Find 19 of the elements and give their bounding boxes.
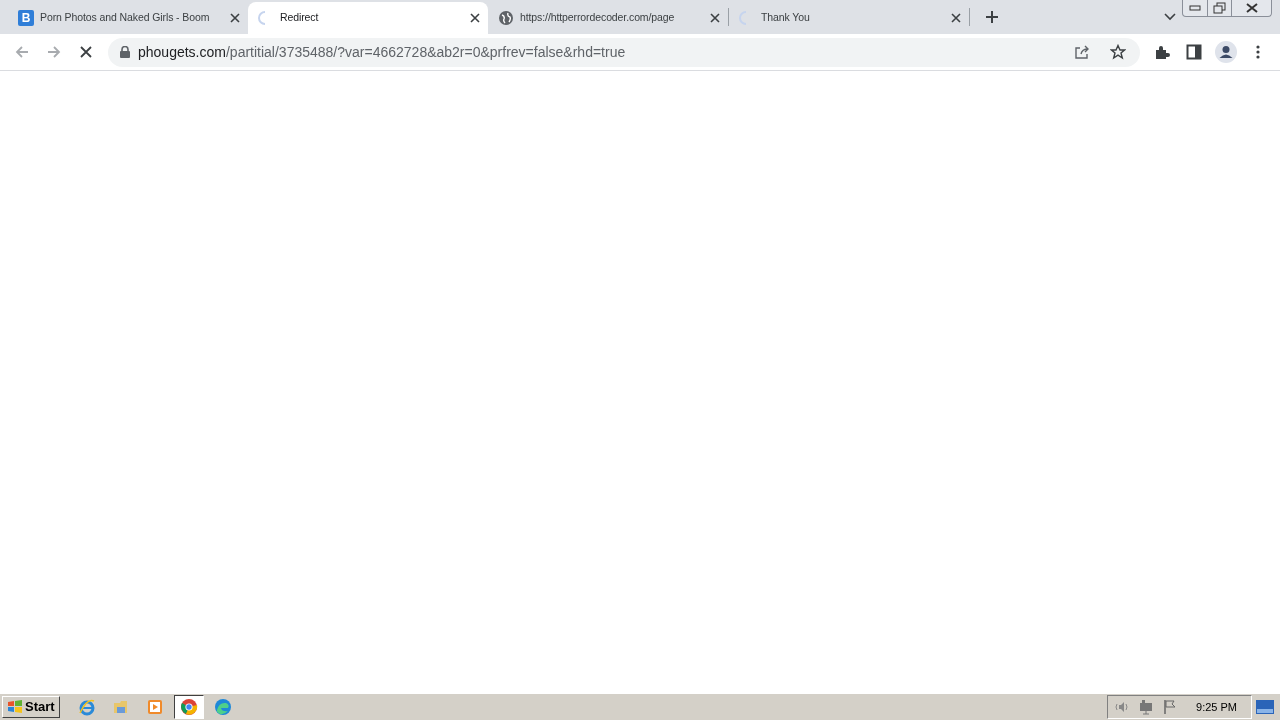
browser-tab[interactable]: Redirect — [248, 2, 488, 34]
start-logo-icon — [7, 699, 23, 715]
browser-tab[interactable]: Thank You — [729, 2, 969, 34]
network-icon[interactable] — [1138, 699, 1155, 715]
chrome-icon[interactable] — [173, 695, 204, 719]
loading-spinner-icon — [258, 11, 266, 25]
start-button[interactable]: Start — [2, 696, 60, 718]
globe-icon — [498, 10, 514, 26]
browser-tab[interactable]: https://httperrordecoder.com/page — [488, 2, 728, 34]
close-icon[interactable] — [230, 13, 240, 23]
profile-icon[interactable] — [1212, 38, 1240, 66]
browser-tab[interactable]: B Porn Photos and Naked Girls - Boom — [8, 2, 248, 34]
close-icon[interactable] — [710, 13, 720, 23]
close-icon[interactable] — [951, 13, 961, 23]
lock-icon — [120, 46, 130, 58]
show-desktop-icon[interactable] — [1256, 700, 1274, 714]
loading-spinner-icon — [739, 11, 747, 25]
close-icon[interactable] — [470, 13, 480, 23]
site-logo: B — [18, 10, 34, 26]
